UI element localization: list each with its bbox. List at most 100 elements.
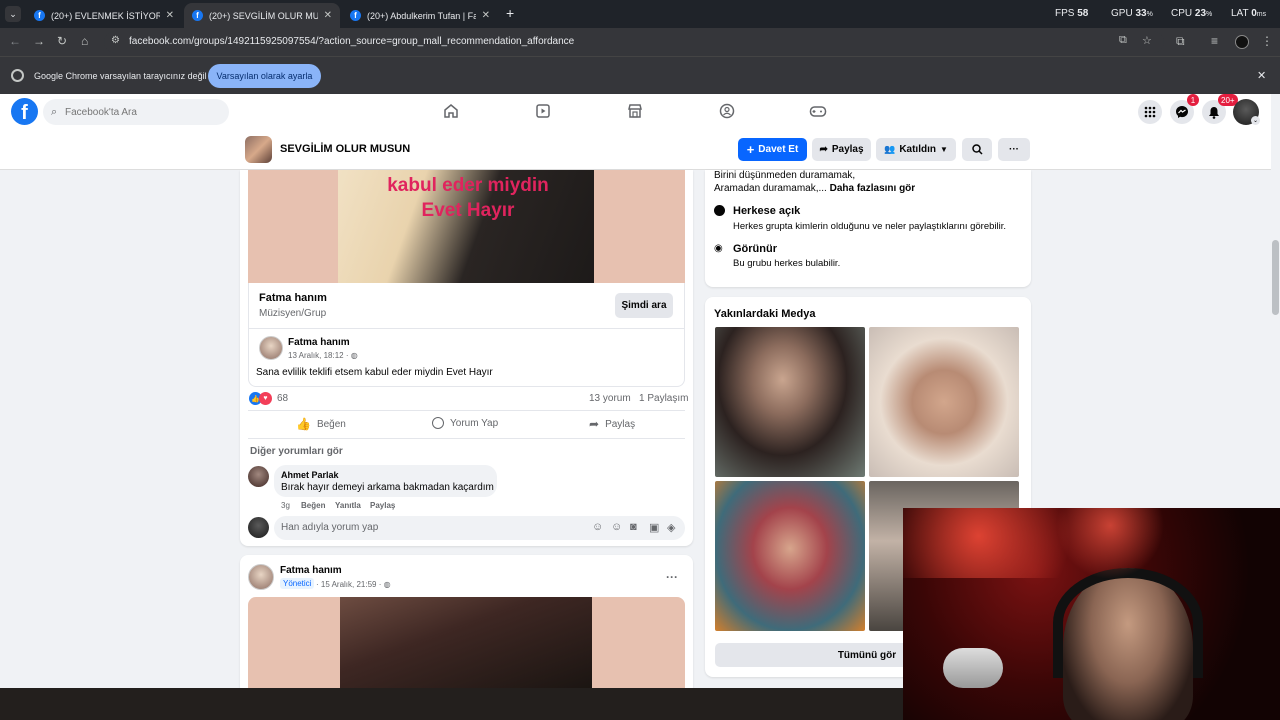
close-tab-icon[interactable]: ✕ [324,10,332,21]
reaction-count[interactable]: 68 [277,393,288,404]
browser-menu-icon[interactable]: ⋮ [1261,34,1273,48]
reaction-icons[interactable]: 👍 ♥ [249,392,273,405]
share-group-button[interactable]: ➦ Paylaş [812,138,871,161]
site-info-icon[interactable]: ⚙ [111,35,120,46]
forward-icon[interactable]: → [33,34,45,48]
media-thumbnail-2[interactable] [869,327,1019,477]
post2-author-avatar[interactable] [248,564,274,590]
search-input[interactable] [65,99,225,125]
shared-post-time[interactable]: 13 Aralık, 18:12 · ◍ [288,351,358,360]
browser-tab-3[interactable]: f (20+) Abdulkerim Tufan | Faceb ✕ [342,3,498,28]
shared-author-avatar[interactable] [259,336,283,360]
tab-title: (20+) SEVGİLİM OLUR MUSUN [209,10,318,21]
facebook-favicon-icon: f [192,10,203,21]
home-icon[interactable]: ⌂ [81,34,88,48]
address-bar[interactable]: ⚙ facebook.com/groups/1492115925097554/?… [104,31,1164,53]
visibility-description: Bu grubu herkes bulabilir. [733,258,841,269]
extensions-icon[interactable]: ⧉ [1176,34,1185,49]
post-text: Sana evlilik teklifi etsem kabul eder mi… [256,367,493,378]
home-nav-icon[interactable] [442,102,460,120]
scrollbar-thumb[interactable] [1272,240,1279,315]
media-thumbnail-3[interactable] [715,481,865,631]
like-button[interactable]: 👍 Beğen [296,417,346,431]
browser-tab-2[interactable]: f (20+) SEVGİLİM OLUR MUSUN ✕ [184,3,340,28]
commenter-avatar[interactable] [248,466,269,487]
facebook-logo[interactable]: f [11,98,38,125]
post-image[interactable]: kabul eder miydin Evet Hayır [248,170,685,283]
reload-icon[interactable]: ↻ [57,34,67,48]
caret-down-icon: ▼ [939,145,948,154]
gaming-nav-icon[interactable] [809,102,827,120]
bookmark-star-icon[interactable]: ☆ [1142,34,1152,47]
group-description-line-2: Aramadan duramamak,... Daha fazlasını gö… [714,183,916,194]
group-header-bar: SEVGİLİM OLUR MUSUN + Davet Et ➦ Paylaş … [0,130,1280,170]
group-more-button[interactable]: ··· [998,138,1030,161]
avatar-sticker-icon[interactable]: ☺ [592,521,603,533]
tab-search-button[interactable]: ⌄ [5,6,21,22]
close-tab-icon[interactable]: ✕ [482,10,490,21]
image-caption-line-2: Evet Hayır [421,200,515,221]
webcam-lights [903,508,1280,578]
comment-like-link[interactable]: Beğen [301,501,325,510]
latency-readout: LAT 0ms [1231,8,1267,19]
my-avatar[interactable] [248,517,269,538]
video-nav-icon[interactable] [534,102,552,120]
fps-readout: FPS 58 [1055,8,1089,19]
share-count[interactable]: 1 Paylaşım [639,393,688,404]
people-icon: 👥 [884,144,896,154]
share-arrow-icon: ➦ [819,144,828,155]
comment-composer[interactable]: Han adıyla yorum yap ☺ ☺ ◙ ▣ ◈ [274,516,685,540]
set-default-button[interactable]: Varsayılan olarak ayarla [208,64,321,88]
shared-author-name[interactable]: Fatma hanım [288,337,350,348]
group-search-button[interactable] [962,138,992,161]
joined-button[interactable]: 👥 Katıldın ▼ [876,138,956,161]
reading-list-icon[interactable]: ≡ [1211,34,1218,48]
sticker-icon[interactable]: ◈ [667,521,675,534]
comment-share-link[interactable]: Paylaş [370,501,395,510]
browser-tab-1[interactable]: f (20+) EVLENMEK İSTİYORUM | I ✕ [26,3,182,28]
post2-more-button[interactable]: ··· [666,570,678,584]
profile-avatar[interactable] [1235,35,1249,49]
comment-age[interactable]: 3g [281,501,290,510]
post2-author-name[interactable]: Fatma hanım [280,565,342,576]
page-name[interactable]: Fatma hanım [259,292,327,304]
cpu-readout: CPU 23% [1171,8,1213,19]
emoji-icon[interactable]: ☺ [611,521,622,533]
facebook-search[interactable]: ⌕ [43,99,229,125]
image-person-silhouette [340,597,592,688]
invite-button[interactable]: + Davet Et [738,138,807,161]
groups-nav-icon[interactable] [718,102,736,120]
new-tab-button[interactable]: + [506,5,514,21]
more-comments-link[interactable]: Diğer yorumları gör [250,446,343,457]
marketplace-nav-icon[interactable] [626,102,644,120]
camera-icon[interactable]: ◙ [630,521,637,533]
group-avatar[interactable] [245,136,272,163]
webcam-overlay [903,508,1280,720]
install-icon[interactable]: ⧉ [1119,34,1127,47]
comment-reply-link[interactable]: Yanıtla [335,501,361,510]
webcam-microphone [943,648,1003,688]
group-name[interactable]: SEVGİLİM OLUR MUSUN [280,143,410,155]
menu-grid-icon[interactable] [1138,100,1162,124]
tab-title: (20+) EVLENMEK İSTİYORUM | I [51,10,160,21]
post2-time[interactable]: · 15 Aralık, 21:59 · ◍ [316,580,391,589]
post2-image[interactable] [248,597,685,688]
love-reaction-icon: ♥ [259,392,272,405]
comment-button[interactable]: Yorum Yap [432,417,498,429]
see-more-link[interactable]: Daha fazlasını gör [830,183,916,194]
close-infobar-icon[interactable]: ✕ [1257,69,1266,82]
comment-count[interactable]: 13 yorum [589,393,631,404]
comment-author[interactable]: Ahmet Parlak [281,470,339,480]
media-thumbnail-1[interactable] [715,327,865,477]
call-now-button[interactable]: Şimdi ara [615,293,673,318]
gif-icon[interactable]: ▣ [649,521,659,534]
share-button[interactable]: ➦ Paylaş [589,417,635,431]
tab-title: (20+) Abdulkerim Tufan | Faceb [367,10,476,21]
eye-icon: ◉ [714,243,723,254]
account-chevron-icon[interactable]: ⌄ [1251,116,1260,125]
close-tab-icon[interactable]: ✕ [166,10,174,21]
back-icon[interactable]: ← [9,34,21,48]
infobar-message: Google Chrome varsayılan tarayıcınız değ… [34,71,207,81]
globe-icon: ◍ [350,351,358,360]
thumbs-up-icon: 👍 [296,417,311,431]
